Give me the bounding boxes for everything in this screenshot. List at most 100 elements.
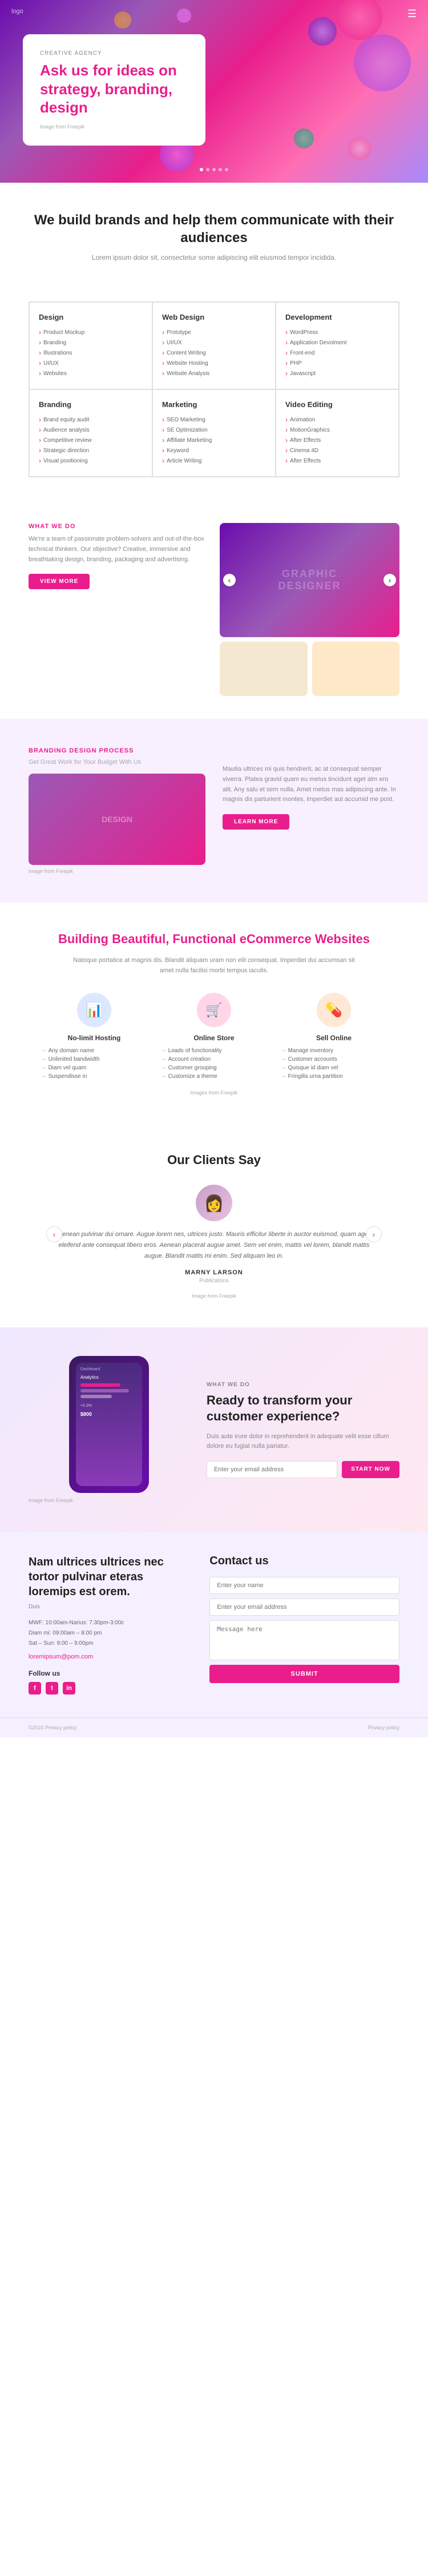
service-list-item: SEO Marketing [162,414,266,425]
service-cell-title: Web Design [162,313,266,321]
cta-email-input[interactable] [207,1461,337,1478]
service-list-item: Website Hosting [162,358,266,368]
service-list: AnimationMotionGraphicsAfter EffectsCine… [285,414,389,466]
service-list-item: Competitive review [39,435,143,445]
service-cell-video-editing: Video Editing AnimationMotionGraphicsAfte… [276,389,399,477]
footer-left: Nam ultrices ultrices nec tortor pulvina… [29,1555,187,1694]
schedule-line: Diam mi: 09:00am – 8:00 pm [29,1628,187,1639]
service-list: PrototypeUI/UXContent WritingWebsite Hos… [162,327,266,379]
service-cell-title: Development [285,313,389,321]
service-list-item: Audience analysis [39,425,143,435]
service-list-item: Brand equity audit [39,414,143,425]
service-list: Product MockupBrandingIllustrationsUI/UX… [39,327,143,379]
hero-dot-1[interactable] [200,168,203,171]
service-list-item: Websites [39,368,143,379]
service-cell-design: Design Product MockupBrandingIllustration… [29,302,152,389]
menu-icon[interactable]: ☰ [407,8,417,20]
feature-list: Loads of functionalityAccount creationCu… [163,1046,265,1081]
service-list-item: After Effects [285,435,389,445]
feature-list: Any domain nameUnlimited bandwidthDiam v… [43,1046,146,1081]
contact-form: SUBMIT [209,1577,399,1683]
follow-us-label: Follow us [29,1669,187,1677]
contact-submit-button[interactable]: SUBMIT [209,1665,399,1683]
contact-name-input[interactable] [209,1577,399,1594]
cta-start-button[interactable]: START NOW [342,1461,399,1478]
testimonial-prev[interactable]: ‹ [46,1226,62,1242]
social-icon-t[interactable]: t [46,1682,58,1694]
contact-email-input[interactable] [209,1599,399,1616]
feature-list-item: Manage inventory [282,1046,385,1055]
brands-section: We build brands and help them communicat… [0,183,428,301]
service-list-item: Article Writing [162,456,266,466]
service-cell-title: Video Editing [285,400,389,409]
cta-image-credit: Image from Freepik [29,1498,189,1503]
hero-dot-3[interactable] [212,168,216,171]
service-list-item: WordPress [285,327,389,337]
whiteboard-image [220,642,308,696]
feature-list-item: Quisque id diam vel [282,1064,385,1072]
footer-section: Nam ultrices ultrices nec tortor pulvina… [0,1532,428,1717]
cta-right: WHAT WE DO Ready to transform your custo… [207,1382,399,1478]
service-list: SEO MarketingSE OptimizationAffiliate Ma… [162,414,266,466]
what-we-do-description: We're a team of passionate problem-solve… [29,534,208,565]
privacy-policy-link[interactable]: Privacy policy [368,1725,399,1730]
feature-list-item: Suspendisse in [43,1072,146,1081]
cta-phone: Dashboard Analytics +5.3% $800 Image fro… [29,1356,189,1503]
feature-title: No-limit Hosting [43,1034,146,1042]
feature-list-item: Loads of functionality [163,1046,265,1055]
feature-list-item: Fringilla urna partition [282,1072,385,1081]
feature-icon: 🛒 [197,993,231,1027]
next-arrow[interactable]: › [383,574,396,586]
phone-stats: Analytics +5.3% $800 [80,1375,138,1417]
stat-bar-pink [80,1383,120,1387]
service-list-item: Prototype [162,327,266,337]
hero-section: logo ☰ CREATIVE AGENCY Ask us for ideas … [0,0,428,183]
hero-dots [200,168,228,171]
cta-description: Duis aute irure dolor in reprehenderit i… [207,1432,399,1452]
service-list-item: Animation [285,414,389,425]
feature-title: Sell Online [282,1034,385,1042]
hero-dot-4[interactable] [219,168,222,171]
what-we-do-images: GRAPHICDESIGNER ‹ › [220,523,399,696]
footer-email[interactable]: loremipsum@pom.com [29,1653,187,1660]
what-we-do-left: What We Do We're a team of passionate pr… [29,523,208,589]
service-list-item: Cinema 4D [285,445,389,456]
footer-schedule: MWF: 10:00am-Narius: 7:30pm-3:00cDiam mi… [29,1618,187,1649]
feature-list: Manage inventoryCustomer accountsQuisque… [282,1046,385,1081]
service-list-item: Product Mockup [39,327,143,337]
view-more-button[interactable]: VIEW MORE [29,574,90,589]
service-cell-marketing: MarketingSEO MarketingSE OptimizationAff… [152,389,276,477]
footer-bottom: ©2024 Privacy policy Privacy policy [0,1717,428,1737]
phone-mockup: Dashboard Analytics +5.3% $800 [69,1356,149,1493]
schedule-line: Sat – Sun: 9:00 – 9:00pm [29,1639,187,1649]
testimonial-next[interactable]: › [366,1226,382,1242]
cta-what-label: WHAT WE DO [207,1382,399,1388]
branding-tag: Branding Design Process [29,747,205,754]
feature-list-item: Unlimited bandwidth [43,1055,146,1064]
social-icon-f[interactable]: f [29,1682,41,1694]
branding-image-credit: Image from Freepik [29,868,205,874]
ecommerce-image-credit: Images from Freepik [29,1090,399,1096]
service-cell-web-design: Web Design PrototypeUI/UXContent WritingW… [152,302,276,389]
feature-list-item: Customize a theme [163,1072,265,1081]
prev-arrow[interactable]: ‹ [223,574,236,586]
contact-message-input[interactable] [209,1620,399,1660]
testimonial-image-credit: Image from Freepik [29,1293,399,1299]
cta-title: Ready to transform your customer experie… [207,1392,399,1425]
hero-dot-2[interactable] [206,168,209,171]
hero-dot-5[interactable] [225,168,228,171]
service-list: Brand equity auditAudience analysisCompe… [39,414,143,466]
service-list-item: SE Optimization [162,425,266,435]
service-cell-title: Branding [39,400,143,409]
graphic-designer-image: GRAPHICDESIGNER ‹ › [220,523,399,637]
social-icon-in[interactable]: in [63,1682,75,1694]
service-cell-title: Design [39,313,143,321]
hero-title: Ask us for ideas on strategy, branding, … [40,61,188,117]
branding-right: Mautia ultrices mi quis hendrerit, ac at… [223,747,399,829]
newsletter-title: Nam ultrices ultrices nec tortor pulvina… [29,1555,187,1599]
feature-card-online-store: 🛒Online StoreLoads of functionalityAccou… [163,993,265,1081]
learn-more-button[interactable]: LEARN MORE [223,814,289,830]
contact-title: Contact us [209,1555,399,1568]
brands-subtitle: Lorem ipsum dolor sit, consectetur some … [29,253,399,261]
copyright-text: ©2024 Privacy policy [29,1725,76,1730]
